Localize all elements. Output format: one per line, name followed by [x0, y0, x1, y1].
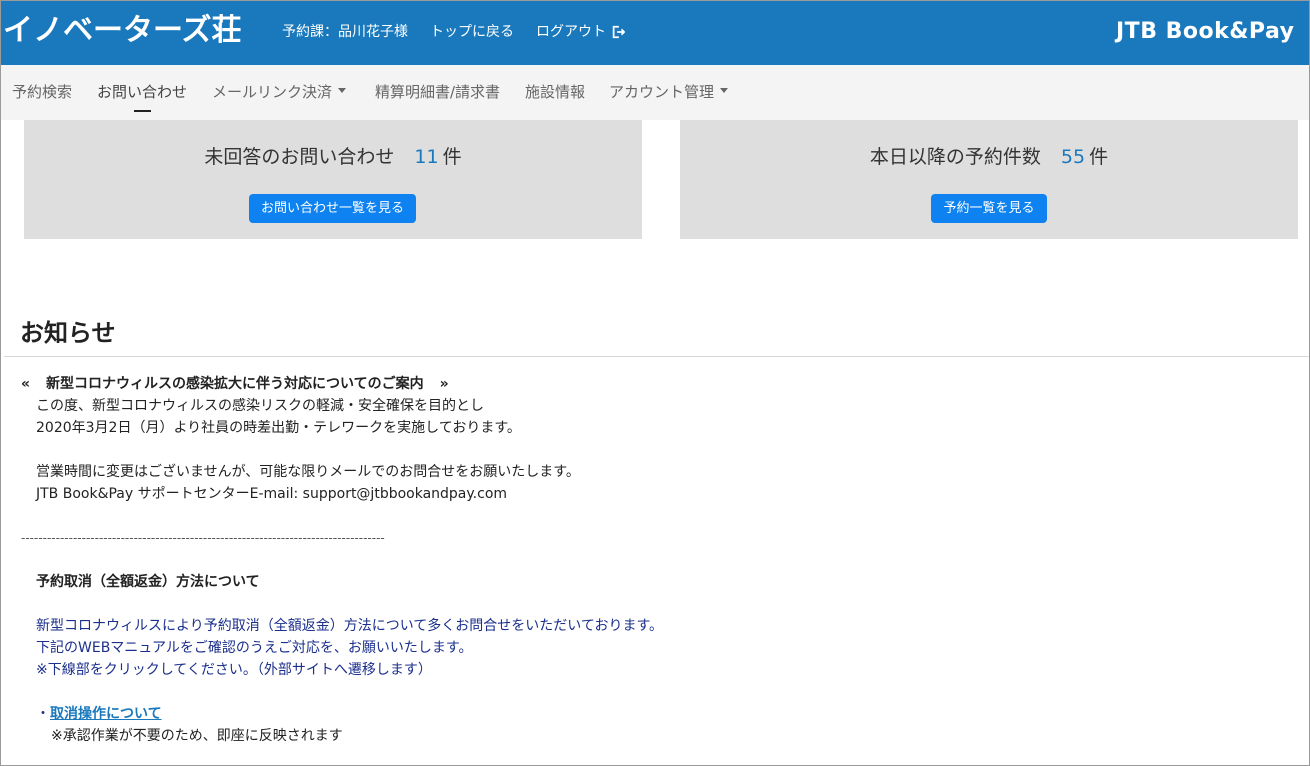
reservations-summary: 本日以降の予約件数 55 件: [680, 144, 1298, 170]
user-label: 予約課：品川花子様: [282, 24, 408, 40]
section-divider: [4, 356, 1309, 357]
view-inquiries-button[interactable]: お問い合わせ一覧を見る: [249, 194, 416, 223]
logout-label: ログアウト: [536, 24, 606, 40]
notice-heading-row: « 新型コロナウィルスの感染拡大に伴う対応についてのご案内 »: [21, 373, 449, 395]
notice-blue-line: ※下線部をクリックしてください。（外部サイトへ遷移します）: [36, 662, 432, 678]
logout-icon: [612, 25, 625, 39]
notice-heading: 新型コロナウィルスの感染拡大に伴う対応についてのご案内: [46, 376, 424, 392]
header-links: 予約課：品川花子様 トップに戻る ログアウト: [282, 21, 625, 43]
logout-link[interactable]: ログアウト: [536, 21, 625, 43]
nav-item-account-management[interactable]: アカウント管理: [609, 81, 729, 103]
nav-item-mail-link-payment[interactable]: メールリンク決済: [212, 81, 347, 103]
top-link[interactable]: トップに戻る: [430, 21, 514, 43]
inquiries-label: 未回答のお問い合わせ: [204, 146, 395, 168]
inquiries-unit: 件: [442, 146, 462, 168]
inquiries-card: 未回答のお問い合わせ 11 件 お問い合わせ一覧を見る: [24, 120, 642, 239]
notice-subheading: 予約取消（全額返金）方法について: [36, 574, 260, 590]
active-tab-indicator: [134, 110, 151, 112]
page-frame: イノベーターズ荘 予約課：品川花子様 トップに戻る ログアウト JTB Book…: [0, 0, 1310, 766]
inquiries-summary: 未回答のお問い合わせ 11 件: [24, 144, 642, 170]
notices-title: お知らせ: [20, 319, 116, 347]
reservations-label: 本日以降の予約件数: [869, 146, 1041, 168]
reservations-unit: 件: [1089, 146, 1109, 168]
reservations-card: 本日以降の予約件数 55 件 予約一覧を見る: [680, 120, 1298, 239]
notice-line: 2020年3月2日（月）より社員の時差出勤・テレワークを実施しております。: [36, 420, 521, 436]
nav-item-inquiries[interactable]: お問い合わせ: [97, 81, 187, 103]
notice-link-row: ・取消操作について: [36, 703, 162, 725]
main-nav: 予約検索 お問い合わせ メールリンク決済 精算明細書/請求書 施設情報 アカウン…: [1, 65, 1309, 120]
notice-blue-line: 下記のWEBマニュアルをご確認のうえご対応を、お願いいたします。: [36, 640, 473, 656]
next-notice-button[interactable]: »: [440, 376, 449, 392]
facility-name: イノベーターズ荘: [3, 13, 242, 48]
nav-item-facility-info[interactable]: 施設情報: [525, 81, 585, 103]
link-note: ※承認作業が不要のため、即座に反映されます: [51, 728, 343, 744]
notice-line: JTB Book&Pay サポートセンターE-mail: support@jtb…: [36, 486, 508, 502]
notice-blue-line: 新型コロナウィルスにより予約取消（全額返金）方法について多くお問合せをいただいて…: [36, 618, 664, 634]
notice-line: この度、新型コロナウィルスの感染リスクの軽減・安全確保を目的とし: [36, 398, 484, 414]
nav-item-reservation-search[interactable]: 予約検索: [12, 81, 72, 103]
notice-line: 営業時間に変更はございませんが、可能な限りメールでのお問合せをお願いたします。: [36, 464, 580, 480]
view-reservations-button[interactable]: 予約一覧を見る: [931, 194, 1047, 223]
bullet: ・: [36, 706, 50, 722]
caret-down-icon: [720, 88, 729, 93]
top-header: イノベーターズ荘 予約課：品川花子様 トップに戻る ログアウト JTB Book…: [1, 1, 1309, 65]
nav-item-label: アカウント管理: [609, 83, 715, 101]
inquiries-count: 11: [414, 146, 439, 168]
reservations-count: 55: [1060, 146, 1086, 168]
jtb-logo: JTB Book&Pay: [1116, 19, 1295, 44]
nav-item-statements[interactable]: 精算明細書/請求書: [375, 81, 500, 103]
notice-separator: ----------------------------------------…: [21, 531, 385, 545]
caret-down-icon: [338, 88, 347, 93]
nav-item-label: メールリンク決済: [212, 83, 333, 101]
prev-notice-button[interactable]: «: [21, 376, 30, 392]
cancel-operation-link[interactable]: 取消操作について: [50, 706, 162, 722]
